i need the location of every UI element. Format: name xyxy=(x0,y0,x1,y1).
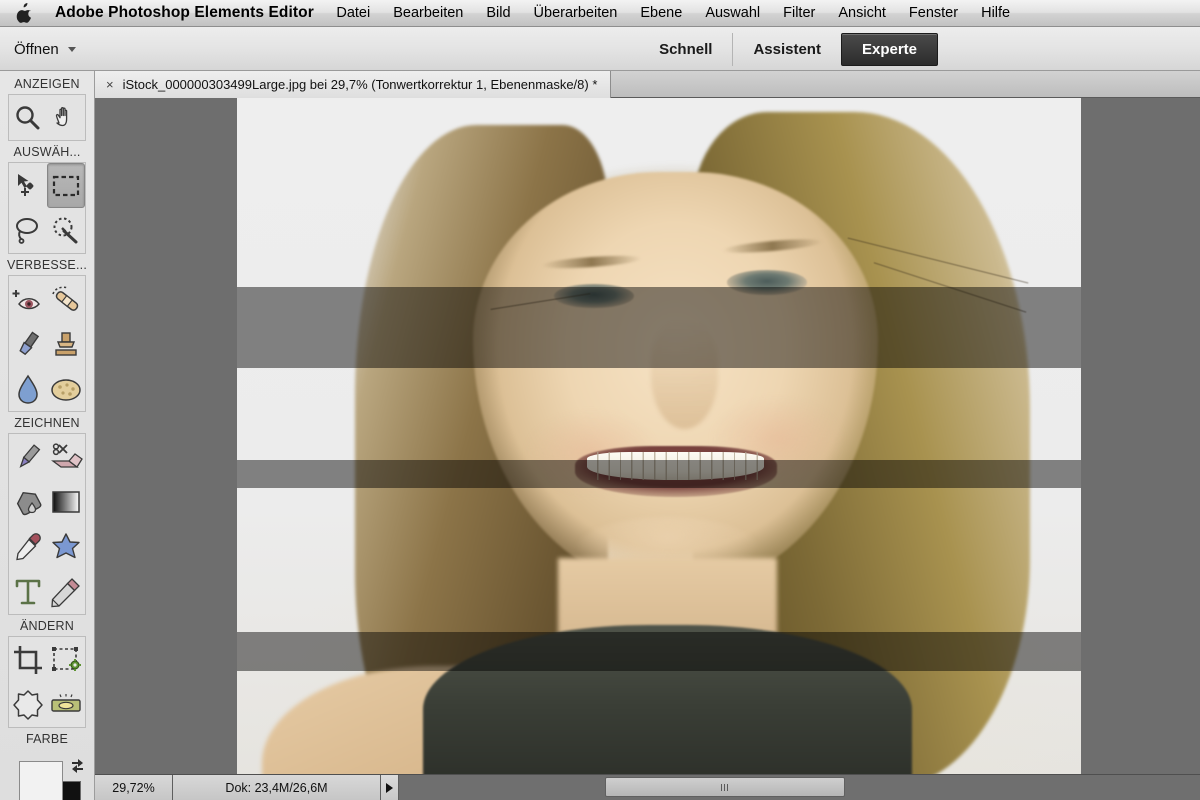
open-button-label: Öffnen xyxy=(14,40,59,58)
move-tool[interactable] xyxy=(9,163,47,208)
clone-stamp-tool[interactable] xyxy=(47,321,85,366)
portrait-photo xyxy=(237,98,1081,774)
red-eye-removal-tool[interactable] xyxy=(9,276,47,321)
menu-item-ansicht[interactable]: Ansicht xyxy=(827,5,898,21)
color-swatches xyxy=(8,755,86,800)
photo-teeth-lines xyxy=(587,452,765,480)
document-image[interactable] xyxy=(237,98,1081,774)
recompose-tool[interactable] xyxy=(47,637,85,682)
horizontal-scrollbar-thumb[interactable] xyxy=(605,777,845,797)
mac-menu-bar: Adobe Photoshop Elements Editor Datei Be… xyxy=(0,0,1200,27)
menu-item-filter[interactable]: Filter xyxy=(772,5,827,21)
healing-brush-tool[interactable] xyxy=(47,276,85,321)
tool-section-label-zeichnen: ZEICHNEN xyxy=(14,416,80,430)
eraser-tool[interactable] xyxy=(47,434,85,479)
zoom-level-field[interactable]: 29,72% xyxy=(95,775,173,800)
triangle-right-icon[interactable] xyxy=(381,775,399,800)
custom-shape-tool[interactable] xyxy=(47,524,85,569)
tool-section-label-auswaehlen: AUSWÄH... xyxy=(13,145,81,159)
pencil-tool[interactable] xyxy=(47,569,85,614)
photoshop-elements-window: Adobe Photoshop Elements Editor Datei Be… xyxy=(0,0,1200,800)
tool-group-aendern xyxy=(8,636,86,728)
mode-experte[interactable]: Experte xyxy=(840,33,938,66)
status-bar: 29,72% Dok: 23,4M/26,6M xyxy=(95,774,1200,800)
brush-tool[interactable] xyxy=(9,434,47,479)
quick-selection-tool[interactable] xyxy=(47,208,85,253)
zoom-tool[interactable] xyxy=(9,95,47,140)
cookie-cutter-tool[interactable] xyxy=(9,682,47,727)
canvas-area[interactable] xyxy=(95,98,1200,774)
smart-brush-tool[interactable] xyxy=(9,321,47,366)
photo-teeth xyxy=(587,452,765,480)
straighten-tool[interactable] xyxy=(47,682,85,727)
document-tab-bar: × iStock_000000303499Large.jpg bei 29,7%… xyxy=(95,71,1200,98)
tools-panel: ANZEIGEN AUSWÄH... VERBESSE... ZEICHNEN … xyxy=(0,71,95,800)
apple-logo-icon[interactable] xyxy=(14,2,34,24)
open-button[interactable]: Öffnen xyxy=(14,35,76,63)
mode-bar: Öffnen Schnell Assistent Experte xyxy=(0,27,1200,71)
menu-item-ebene[interactable]: Ebene xyxy=(629,5,694,21)
chevron-down-icon xyxy=(67,46,76,52)
blur-tool[interactable] xyxy=(9,366,47,411)
tool-group-verbessern xyxy=(8,275,86,412)
hand-tool[interactable] xyxy=(47,95,85,140)
menu-item-ueberarbeiten[interactable]: Überarbeiten xyxy=(522,5,629,21)
lasso-tool[interactable] xyxy=(9,208,47,253)
horizontal-scrollbar[interactable] xyxy=(399,775,1200,800)
tool-group-anzeigen xyxy=(8,94,86,141)
mode-assistent[interactable]: Assistent xyxy=(732,33,841,66)
mode-schnell[interactable]: Schnell xyxy=(639,33,732,66)
menu-item-bearbeiten[interactable]: Bearbeiten xyxy=(382,5,475,21)
menu-item-fenster[interactable]: Fenster xyxy=(897,5,969,21)
tool-group-auswaehlen xyxy=(8,162,86,254)
document-tab-title: iStock_000000303499Large.jpg bei 29,7% (… xyxy=(122,77,598,92)
tool-section-label-anzeigen: ANZEIGEN xyxy=(14,77,80,91)
gradient-tool[interactable] xyxy=(47,479,85,524)
menu-item-bild[interactable]: Bild xyxy=(475,5,522,21)
tool-group-zeichnen xyxy=(8,433,86,615)
tool-section-label-farbe: FARBE xyxy=(26,732,68,746)
photo-eye-right xyxy=(726,270,807,295)
document-size-info: Dok: 23,4M/26,6M xyxy=(173,775,381,800)
crop-tool[interactable] xyxy=(9,637,47,682)
close-icon[interactable]: × xyxy=(106,78,114,91)
menu-item-datei[interactable]: Datei xyxy=(325,5,382,21)
rectangular-marquee-tool[interactable] xyxy=(47,163,85,208)
tool-section-label-aendern: ÄNDERN xyxy=(20,619,74,633)
app-title: Adobe Photoshop Elements Editor xyxy=(55,4,314,21)
eyedropper-tool[interactable] xyxy=(9,524,47,569)
grip-icon xyxy=(721,783,729,791)
foreground-color-swatch[interactable] xyxy=(19,761,63,800)
paint-bucket-tool[interactable] xyxy=(9,479,47,524)
tool-section-label-verbessern: VERBESSE... xyxy=(6,258,87,272)
type-tool[interactable] xyxy=(9,569,47,614)
document-tab[interactable]: × iStock_000000303499Large.jpg bei 29,7%… xyxy=(95,71,612,98)
menu-item-hilfe[interactable]: Hilfe xyxy=(970,5,1022,21)
sponge-tool[interactable] xyxy=(47,366,85,411)
swap-colors-icon[interactable] xyxy=(69,757,86,774)
mode-switcher: Schnell Assistent Experte xyxy=(639,33,938,66)
photo-garment xyxy=(422,625,913,774)
menu-item-auswahl[interactable]: Auswahl xyxy=(694,5,772,21)
photo-nose xyxy=(650,321,719,430)
